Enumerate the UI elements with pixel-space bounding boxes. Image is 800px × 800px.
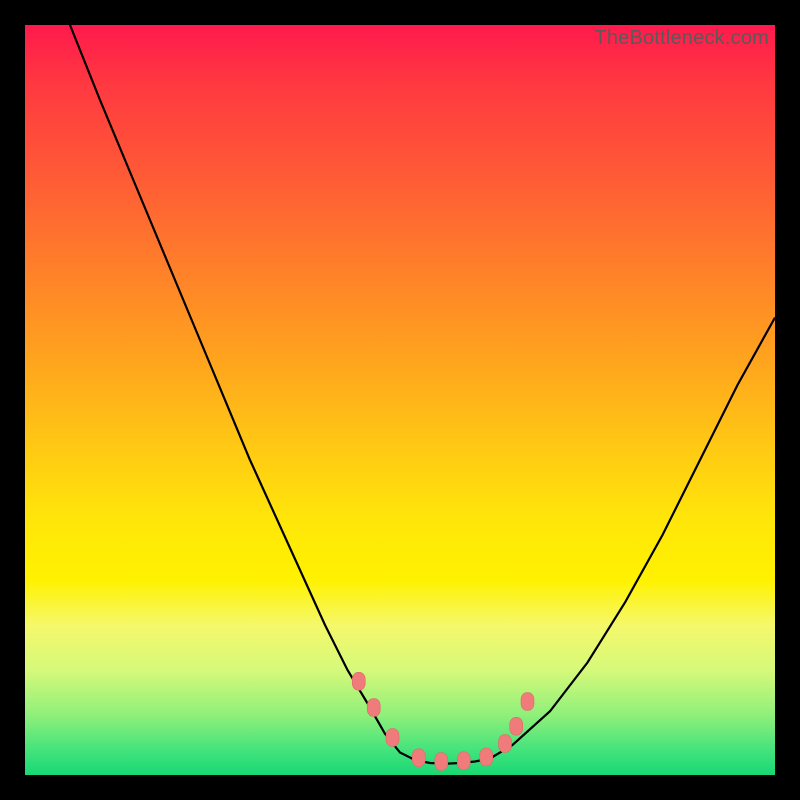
highlight-marker (457, 752, 470, 770)
highlight-markers (352, 672, 534, 770)
curve-right-branch (490, 318, 775, 759)
highlight-marker (412, 749, 425, 767)
curve-valley-floor (415, 759, 490, 764)
curve-left-branch (70, 25, 415, 760)
highlight-marker (367, 699, 380, 717)
highlight-marker (352, 672, 365, 690)
chart-frame: TheBottleneck.com (0, 0, 800, 800)
highlight-marker (499, 735, 512, 753)
plot-area: TheBottleneck.com (25, 25, 775, 775)
highlight-marker (386, 729, 399, 747)
highlight-marker (435, 753, 448, 771)
highlight-marker (521, 693, 534, 711)
chart-overlay (25, 25, 775, 775)
highlight-marker (480, 748, 493, 766)
highlight-marker (510, 717, 523, 735)
